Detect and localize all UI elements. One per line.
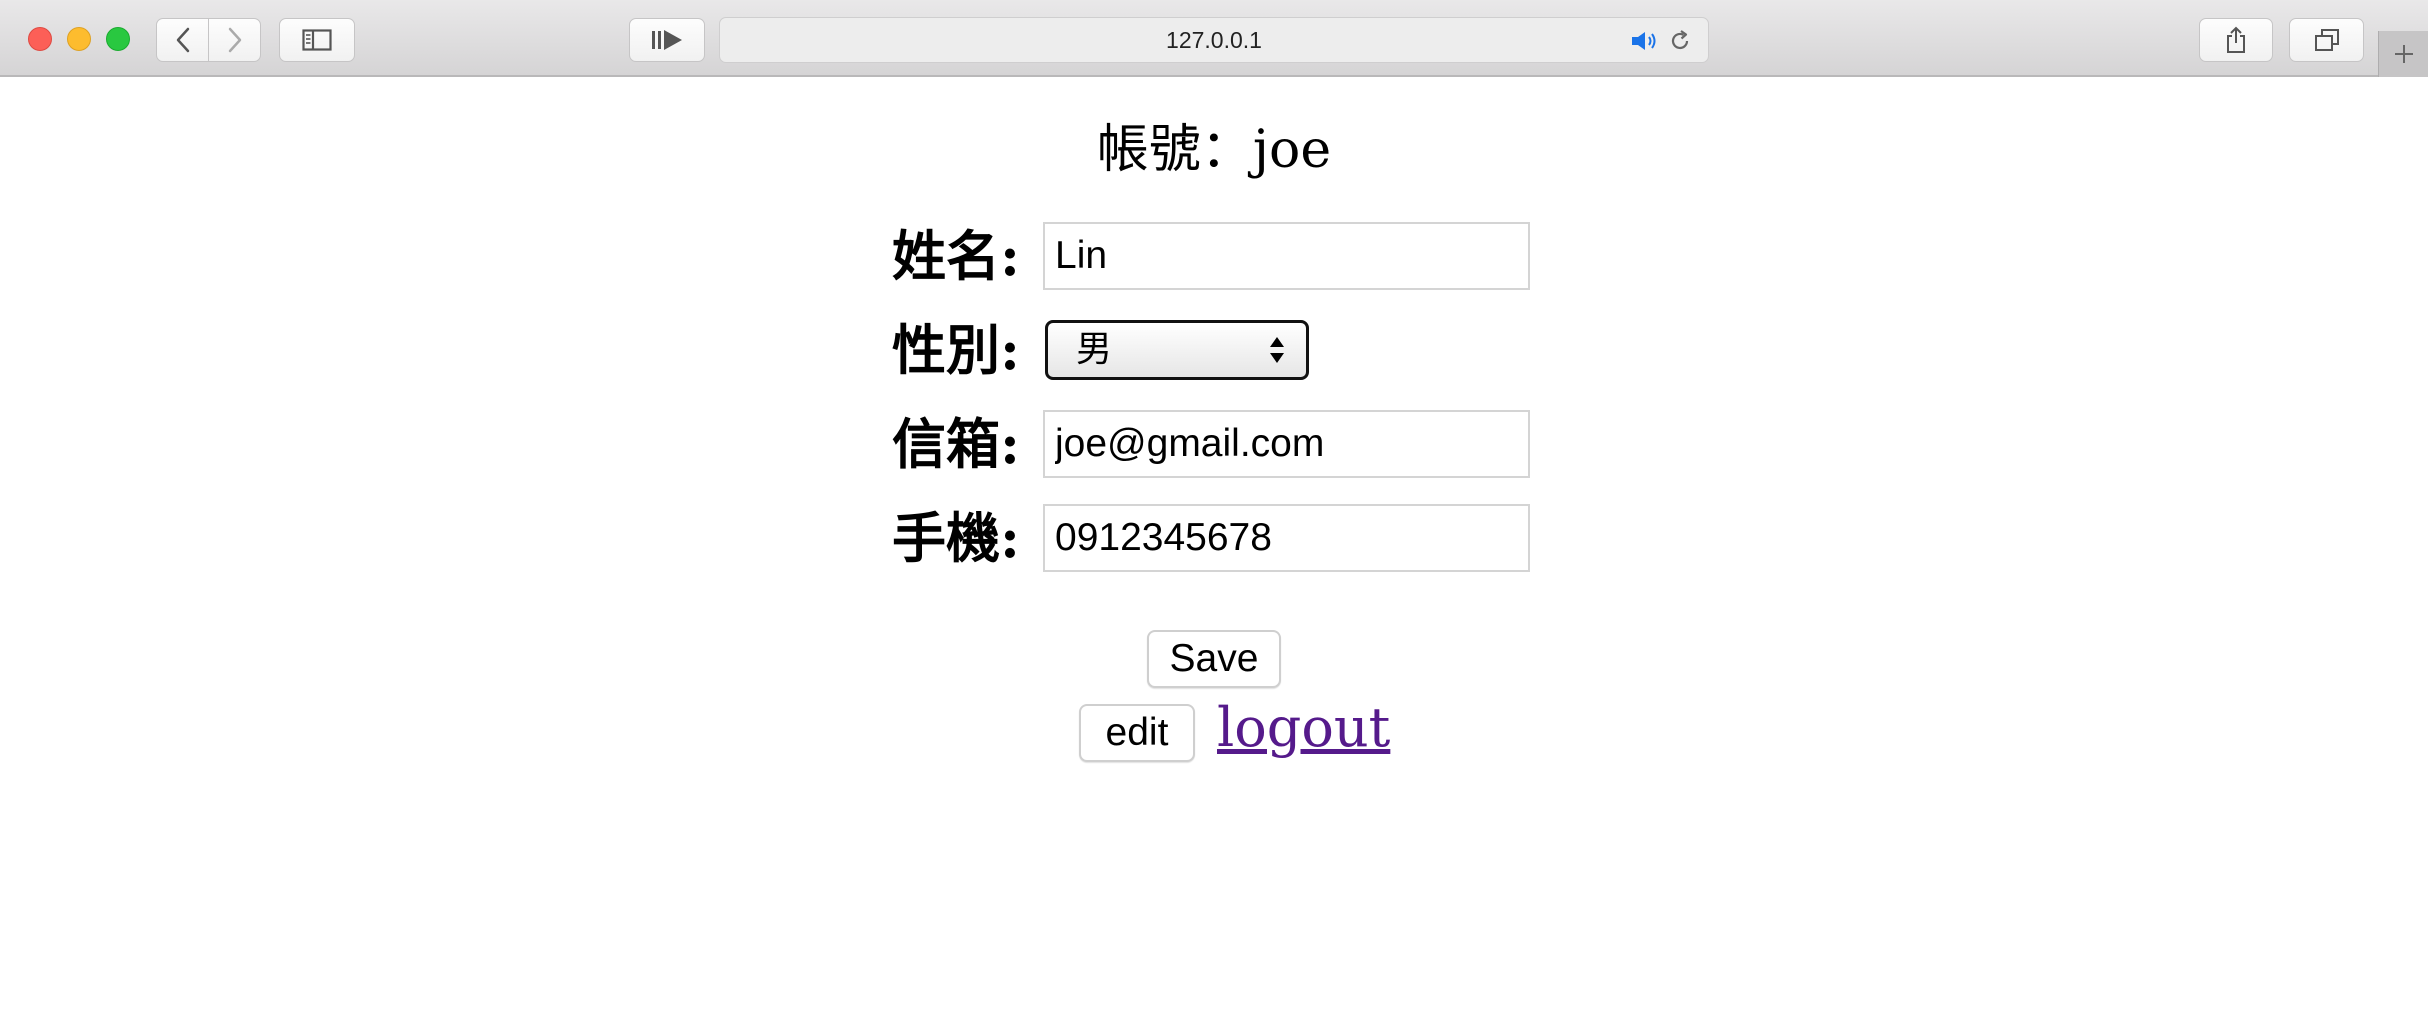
email-label: 信箱: (892, 412, 1020, 476)
speaker-icon[interactable] (1630, 30, 1662, 52)
page-content: 帳號：joe 姓名: 性別: 男 信箱: 手機: Save edit logou… (0, 77, 2428, 1032)
gender-select[interactable]: 男 (1045, 320, 1309, 380)
url-text: 127.0.0.1 (1166, 26, 1262, 53)
browser-toolbar: 127.0.0.1 (0, 0, 2428, 77)
save-button[interactable]: Save (1147, 630, 1281, 688)
select-arrows-icon (1270, 337, 1284, 363)
minimize-window-button[interactable] (67, 27, 91, 51)
navigation-buttons (156, 18, 261, 62)
share-button[interactable] (2199, 18, 2273, 62)
sidebar-icon (302, 29, 332, 51)
plus-icon (2394, 45, 2413, 63)
gender-selected-value: 男 (1076, 329, 1113, 370)
name-field[interactable] (1043, 222, 1530, 290)
email-field[interactable] (1043, 410, 1530, 478)
address-bar[interactable]: 127.0.0.1 (719, 17, 1709, 63)
share-icon (2227, 26, 2245, 53)
back-button[interactable] (157, 19, 208, 61)
phone-label: 手機: (892, 506, 1020, 570)
maximize-window-button[interactable] (106, 27, 130, 51)
reader-icon (652, 30, 682, 50)
name-label: 姓名: (892, 224, 1020, 288)
sidebar-button[interactable] (279, 18, 355, 62)
edit-button[interactable]: edit (1079, 704, 1195, 762)
gender-label: 性別: (892, 318, 1020, 382)
tabs-overview-button[interactable] (2289, 18, 2364, 62)
close-window-button[interactable] (28, 27, 52, 51)
reader-button[interactable] (629, 18, 705, 62)
tabs-overview-icon (2314, 29, 2339, 51)
logout-link[interactable]: logout (1217, 695, 1390, 761)
chevron-left-icon (176, 27, 189, 53)
account-heading: 帳號：joe (1096, 120, 1332, 180)
new-tab-button[interactable] (2378, 31, 2428, 77)
reload-icon[interactable] (1668, 29, 1692, 53)
chevron-right-icon (228, 27, 241, 53)
forward-button[interactable] (208, 19, 260, 61)
phone-field[interactable] (1043, 504, 1530, 572)
